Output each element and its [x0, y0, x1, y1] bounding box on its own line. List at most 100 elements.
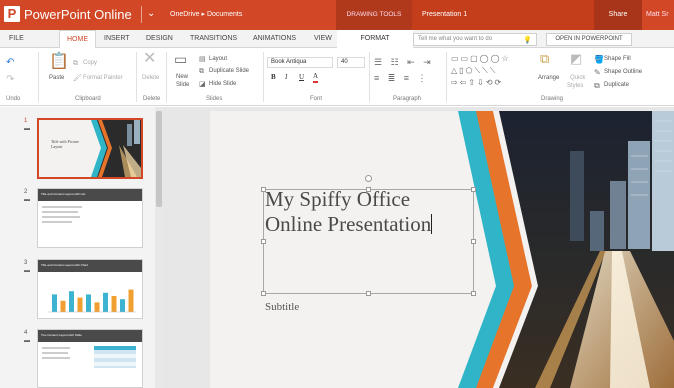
tab-design[interactable]: DESIGN: [146, 30, 173, 48]
italic-button[interactable]: I: [285, 72, 287, 82]
slide-thumbnail-panel: 1 ▬ Title with Picture Layout 2 ▬ Title …: [0, 107, 163, 388]
hide-slide-icon[interactable]: ◪: [199, 79, 206, 91]
slide-thumbnail-1[interactable]: Title with Picture Layout: [37, 118, 143, 179]
thumbnail-1-title-line-2: Layout: [51, 144, 63, 149]
quick-styles-label-2[interactable]: Styles: [567, 82, 583, 90]
tab-insert[interactable]: INSERT: [104, 30, 130, 48]
resize-handle[interactable]: [471, 239, 476, 244]
share-button[interactable]: Share: [594, 0, 642, 30]
arrange-icon[interactable]: ⧉: [540, 52, 549, 65]
thumbnail-chart-bar: [120, 299, 125, 312]
redo-icon[interactable]: ↷: [6, 74, 14, 86]
app-title[interactable]: PowerPoint Online: [24, 6, 132, 23]
thumbnail-3-title: Title and Content Layout with Chart: [41, 263, 88, 267]
font-name-select[interactable]: Book Antiqua: [267, 57, 333, 68]
paste-label[interactable]: Paste: [49, 74, 64, 82]
copy-button[interactable]: Copy: [83, 59, 97, 67]
ribbon-home: ↶ ↷ Undo 📋 Paste ⧉ Copy 🖌 Format Painter…: [0, 48, 674, 106]
alignment-buttons[interactable]: ≡ ≣ ≡ ⋮: [374, 72, 430, 84]
slide-title-text[interactable]: My Spiffy Office Online Presentation: [265, 187, 485, 237]
thumbnail-chart-bar: [128, 289, 134, 312]
slide-title-line-1: My Spiffy Office: [265, 187, 411, 211]
underline-button[interactable]: U: [299, 72, 304, 82]
ribbon-divider: [38, 52, 39, 102]
thumbnail-bullet: [42, 221, 72, 223]
resize-handle[interactable]: [261, 291, 266, 296]
tab-transitions[interactable]: TRANSITIONS: [190, 30, 237, 48]
format-painter-button[interactable]: Format Painter: [83, 74, 123, 82]
quick-styles-label-1[interactable]: Quick: [570, 74, 585, 82]
ribbon-divider: [369, 52, 370, 102]
layout-icon[interactable]: ▤: [199, 54, 206, 66]
document-title[interactable]: Presentation 1: [412, 0, 594, 30]
slide-thumbnail-3[interactable]: Title and Content Layout with Chart: [37, 259, 143, 319]
layout-button[interactable]: Layout: [209, 55, 227, 63]
list-buttons[interactable]: ☰ ☷ ⇤ ⇥: [374, 56, 434, 68]
ribbon-divider: [166, 52, 167, 102]
undo-icon[interactable]: ↶: [6, 57, 14, 69]
slide-thumbnail-2[interactable]: Title and Content Layout with List: [37, 188, 143, 248]
shape-outline-button[interactable]: Shape Outline: [604, 68, 642, 76]
drawing-tools-label: DRAWING TOOLS: [336, 0, 412, 30]
font-color-button[interactable]: A: [313, 72, 319, 83]
paste-icon[interactable]: 📋: [49, 54, 69, 70]
bold-button[interactable]: B: [271, 72, 276, 82]
shape-gallery-row-1[interactable]: ▭▭▢◯◯☆: [451, 53, 511, 64]
thumbnail-chart-bar: [94, 302, 100, 312]
slide-flag-icon: ▬: [24, 126, 30, 132]
shape-fill-icon[interactable]: 🪣: [594, 54, 604, 66]
delete-button[interactable]: Delete: [142, 74, 159, 82]
tab-file[interactable]: FILE: [9, 30, 24, 48]
copy-icon[interactable]: ⧉: [73, 58, 78, 70]
open-in-powerpoint-button[interactable]: OPEN IN POWERPOINT: [546, 33, 632, 46]
thumbnail-bullet: [42, 211, 78, 213]
shape-gallery-row-2[interactable]: △▯⬠⟍⟍⟍: [451, 65, 497, 76]
quick-styles-icon[interactable]: ◩: [570, 52, 582, 65]
rotate-handle[interactable]: [365, 175, 372, 182]
thumbnail-2-title: Title and Content Layout with List: [41, 192, 86, 196]
font-size-select[interactable]: 40: [337, 57, 365, 68]
slide-flag-icon: ▬: [24, 268, 30, 274]
ribbon-tab-row: FILE HOME INSERT DESIGN TRANSITIONS ANIM…: [0, 30, 674, 49]
tab-home[interactable]: HOME: [59, 30, 96, 49]
shape-fill-button[interactable]: Shape Fill: [604, 55, 631, 63]
app-switcher-chevron-icon[interactable]: ⌄: [147, 7, 155, 21]
format-painter-icon[interactable]: 🖌: [73, 73, 82, 85]
resize-handle[interactable]: [261, 239, 266, 244]
breadcrumb[interactable]: OneDrive ▸ Documents: [170, 10, 242, 20]
thumbnail-scrollbar-thumb[interactable]: [156, 111, 162, 207]
user-name[interactable]: Matt Sr: [646, 0, 669, 30]
powerpoint-logo-icon[interactable]: [4, 5, 20, 22]
arrange-button[interactable]: Arrange: [538, 74, 559, 82]
duplicate-button[interactable]: Duplicate: [604, 81, 629, 89]
thumbnail-header: Two Content Layout with Table: [38, 330, 142, 342]
new-slide-label-2[interactable]: Slide: [176, 81, 189, 89]
tell-me-search-input[interactable]: Tell me what you want to do 💡: [413, 33, 537, 46]
thumbnail-bullet: [42, 357, 70, 359]
tab-animations[interactable]: ANIMATIONS: [253, 30, 296, 48]
duplicate-icon[interactable]: ⧉: [594, 80, 600, 92]
slide-number: 3: [24, 260, 28, 266]
hide-slide-button[interactable]: Hide Slide: [209, 80, 236, 88]
tab-format[interactable]: FORMAT: [337, 30, 413, 48]
slide-subtitle-text[interactable]: Subtitle: [265, 300, 299, 314]
new-slide-icon[interactable]: ▭: [174, 52, 187, 66]
shape-outline-icon[interactable]: ✎: [594, 67, 601, 79]
resize-handle[interactable]: [471, 291, 476, 296]
slide-thumbnail-4[interactable]: Two Content Layout with Table: [37, 329, 143, 388]
tab-view[interactable]: VIEW: [314, 30, 332, 48]
shape-gallery-row-3[interactable]: ⇨⇦⇧⇩⟲⟳: [451, 77, 503, 88]
delete-group-label: Delete: [143, 96, 161, 102]
duplicate-slide-button[interactable]: Duplicate Slide: [209, 67, 249, 75]
text-cursor: [431, 214, 433, 234]
duplicate-slide-icon[interactable]: ⧉: [199, 66, 204, 78]
lightbulb-icon: 💡: [523, 37, 532, 44]
slides-group-label: Slides: [206, 96, 223, 102]
slide-canvas[interactable]: My Spiffy Office Online Presentation Sub…: [210, 111, 674, 388]
slide-number: 1: [24, 118, 28, 124]
delete-icon[interactable]: ✕: [143, 51, 156, 67]
new-slide-label-1[interactable]: New: [176, 73, 188, 81]
slide-title-line-2: Online Presentation: [265, 212, 432, 236]
resize-handle[interactable]: [366, 291, 371, 296]
title-bar: PowerPoint Online ⌄ OneDrive ▸ Documents…: [0, 0, 674, 30]
